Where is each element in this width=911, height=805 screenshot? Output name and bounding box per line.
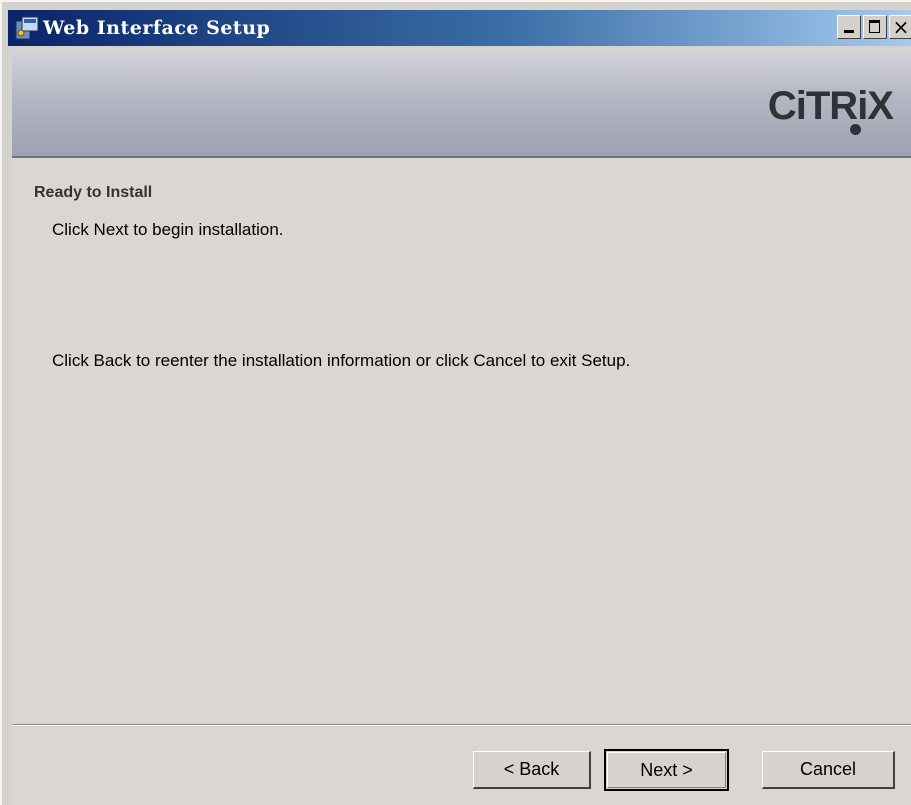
next-button[interactable]: Next >	[604, 749, 729, 791]
setup-app-icon	[14, 15, 40, 41]
citrix-logo-dot	[850, 124, 861, 135]
citrix-logo: CiTRiX	[767, 84, 894, 128]
instruction-next: Click Next to begin installation.	[52, 220, 284, 239]
dialog-content: Ready to Install Click Next to begin ins…	[12, 158, 911, 726]
setup-window: Web Interface Setup × CiTRiX Ready to In…	[0, 0, 911, 805]
next-button-label: Next >	[607, 752, 726, 788]
minimize-button[interactable]	[837, 15, 861, 39]
header-banner: CiTRiX	[12, 50, 911, 158]
window-title: Web Interface Setup	[43, 17, 271, 39]
window-controls: ×	[835, 15, 911, 39]
page-heading: Ready to Install	[34, 184, 153, 201]
cancel-button[interactable]: Cancel	[762, 751, 895, 789]
dialog-footer: < Back Next > Cancel	[12, 727, 911, 805]
maximize-button[interactable]	[863, 15, 887, 39]
back-button[interactable]: < Back	[473, 751, 591, 789]
instruction-back-cancel: Click Back to reenter the installation i…	[52, 351, 631, 370]
footer-divider	[12, 724, 911, 726]
close-button[interactable]: ×	[889, 15, 911, 39]
title-bar[interactable]: Web Interface Setup ×	[8, 10, 911, 46]
